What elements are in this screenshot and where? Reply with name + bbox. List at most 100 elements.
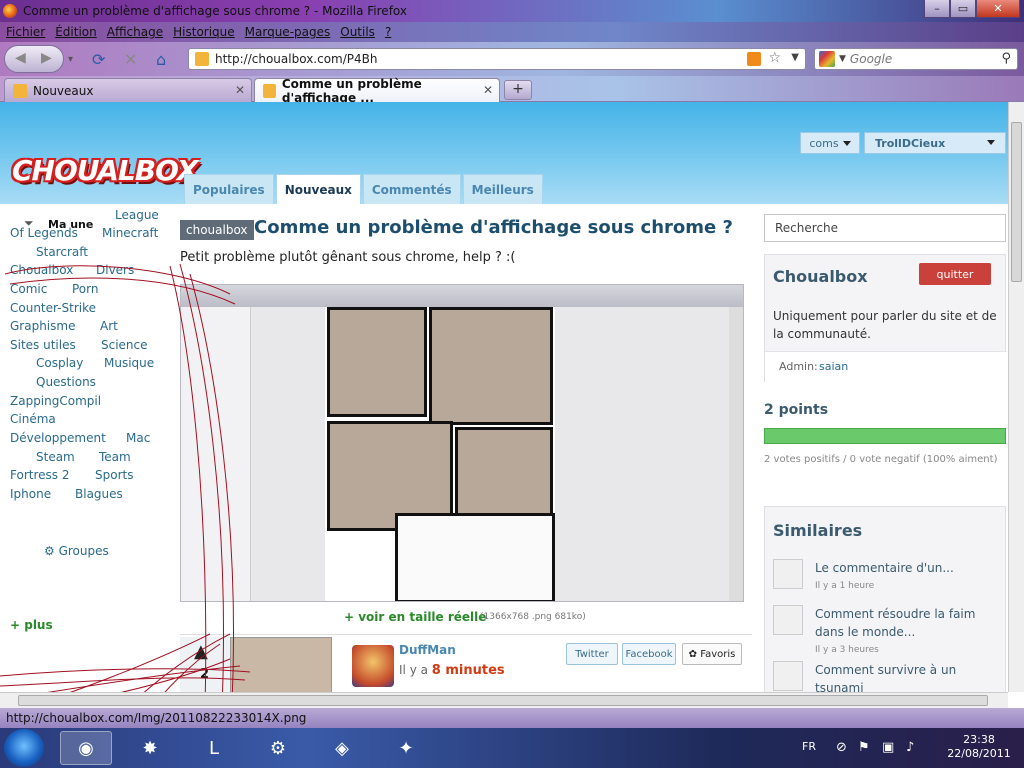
tab-nouveaux[interactable]: Nouveaux (275, 174, 361, 204)
site-logo[interactable]: CHOUALBOX (12, 154, 199, 187)
category-link[interactable]: Fortress 2 (10, 468, 69, 482)
category-link[interactable]: Iphone (10, 487, 51, 501)
more-categories-link[interactable]: + plus (10, 618, 53, 632)
post-title[interactable]: Comme un problème d'affichage sous chrom… (254, 217, 733, 238)
search-bar[interactable]: ▼ Google ⚲ (814, 48, 1018, 70)
menu-outils[interactable]: Outils (340, 25, 375, 39)
similar-thumbnail[interactable] (773, 559, 803, 589)
minimize-button[interactable]: – (924, 0, 950, 18)
site-search-input[interactable]: Recherche (764, 214, 1006, 242)
list-item[interactable]: Le commentaire d'un... Il y a 1 heure (773, 559, 1001, 603)
stop-icon[interactable]: ✕ (124, 50, 137, 69)
author-name[interactable]: DuffMan (399, 643, 456, 657)
post-category-tag[interactable]: choualbox (180, 220, 254, 240)
category-link[interactable]: Art (100, 319, 118, 333)
tray-flag-icon[interactable]: ▣ (882, 740, 894, 755)
vertical-scrollbar[interactable] (1008, 102, 1024, 692)
category-link[interactable]: Steam (36, 450, 75, 464)
category-link[interactable]: Comic (10, 282, 47, 296)
url-dropdown-icon[interactable]: ▼ (791, 52, 799, 63)
category-link[interactable]: Cinéma (10, 412, 56, 426)
category-link[interactable]: Science (101, 338, 148, 352)
coms-dropdown[interactable]: coms (800, 132, 860, 154)
tab-current[interactable]: Comme un problème d'affichage ... ✕ (254, 77, 500, 105)
post-image[interactable] (180, 284, 744, 602)
twitter-button[interactable]: Twitter (566, 643, 618, 665)
menu-fichier[interactable]: Fichier (6, 25, 45, 39)
app2-taskbar-icon[interactable]: ◈ (316, 731, 368, 765)
tab-commentes[interactable]: Commentés (362, 174, 461, 204)
menu-edition[interactable]: Édition (55, 25, 97, 39)
upvote-arrow-icon[interactable]: ▲ (194, 641, 208, 662)
category-link[interactable]: Of Legends (10, 226, 78, 240)
search-icon[interactable]: ⚲ (1001, 51, 1011, 66)
category-link[interactable]: Sites utiles (10, 338, 76, 352)
facebook-button[interactable]: Facebook (622, 643, 676, 665)
search-engine-dropdown-icon[interactable]: ▼ (839, 54, 846, 64)
tab-close-icon[interactable]: ✕ (235, 83, 245, 97)
firefox-taskbar-icon[interactable]: ◉ (60, 731, 112, 765)
category-link[interactable]: Porn (72, 282, 98, 296)
app-taskbar-icon[interactable]: ✸ (124, 731, 176, 765)
category-link[interactable]: Divers (96, 263, 134, 277)
category-link[interactable]: Sports (95, 468, 133, 482)
admin-name[interactable]: saian (819, 360, 848, 373)
league-taskbar-icon[interactable]: L (188, 731, 240, 765)
reload-icon[interactable]: ⟳ (92, 50, 105, 69)
list-item[interactable]: Comment résoudre la faim dans le monde..… (773, 605, 1001, 661)
tab-close-icon[interactable]: ✕ (483, 83, 493, 97)
category-link[interactable]: Cosplay (36, 356, 83, 370)
category-link[interactable]: Graphisme (10, 319, 75, 333)
home-icon[interactable]: ⌂ (156, 50, 166, 69)
starcraft-taskbar-icon[interactable]: ✦ (380, 731, 432, 765)
back-forward-button[interactable]: ◀ ▶ (4, 45, 64, 73)
group-title[interactable]: Choualbox (773, 267, 868, 286)
menu-historique[interactable]: Historique (173, 25, 235, 39)
close-button[interactable]: ✕ (976, 0, 1020, 18)
horizontal-scrollbar[interactable] (0, 692, 1008, 708)
similar-thumbnail[interactable] (773, 661, 803, 691)
language-indicator[interactable]: FR (802, 740, 816, 753)
url-bar[interactable]: http://choualbox.com/P4Bh ☆ ▼ (188, 48, 806, 70)
url-text[interactable]: http://choualbox.com/P4Bh (215, 52, 378, 66)
tray-volume-icon[interactable]: ♪ (906, 740, 914, 755)
rss-icon[interactable] (747, 52, 761, 66)
avatar[interactable] (352, 645, 394, 687)
google-icon[interactable] (819, 51, 835, 67)
category-link[interactable]: Team (99, 450, 131, 464)
similar-thumbnail[interactable] (773, 605, 803, 635)
menu-marque-pages[interactable]: Marque-pages (245, 25, 331, 39)
view-full-size-link[interactable]: + voir en taille réelle (344, 610, 486, 624)
new-tab-button[interactable]: + (504, 80, 532, 100)
category-link[interactable]: Questions (36, 375, 96, 389)
system-clock[interactable]: 23:38 22/08/2011 (944, 733, 1014, 761)
similar-item-title[interactable]: Comment résoudre la faim dans le monde..… (815, 605, 1001, 641)
favoris-button[interactable]: ✿ Favoris (682, 643, 742, 665)
tab-nouveaux[interactable]: Nouveaux ✕ (4, 78, 252, 102)
user-dropdown[interactable]: TrollDCieux (864, 132, 1006, 154)
horizontal-scroll-thumb[interactable] (18, 695, 988, 706)
category-link[interactable]: Musique (104, 356, 154, 370)
category-link[interactable]: Minecraft (102, 226, 158, 240)
menu-affichage[interactable]: Affichage (107, 25, 163, 39)
history-dropdown-icon[interactable]: ▾ (68, 54, 73, 65)
tray-network-icon[interactable]: ⚑ (858, 740, 870, 755)
start-button[interactable] (4, 729, 44, 767)
search-placeholder[interactable]: Google (850, 52, 892, 66)
category-link[interactable]: League (115, 208, 159, 222)
tab-meilleurs[interactable]: Meilleurs (462, 174, 543, 204)
category-link[interactable]: Mac (126, 431, 150, 445)
vertical-scroll-thumb[interactable] (1011, 122, 1022, 282)
category-link[interactable]: Choualbox (10, 263, 73, 277)
category-link[interactable]: ZappingCompil (10, 394, 101, 408)
tab-populaires[interactable]: Populaires (184, 174, 274, 204)
groupes-link[interactable]: ⚙ Groupes (44, 544, 109, 558)
menu-help[interactable]: ? (385, 25, 391, 39)
category-link[interactable]: Blagues (75, 487, 123, 501)
category-link[interactable]: Counter-Strike (10, 301, 96, 315)
bookmark-star-icon[interactable]: ☆ (768, 50, 781, 66)
category-link[interactable]: Développement (10, 431, 106, 445)
quit-button[interactable]: quitter (919, 263, 991, 285)
category-link[interactable]: Starcraft (36, 245, 88, 259)
tray-app-icon[interactable]: ⊘ (836, 740, 847, 755)
